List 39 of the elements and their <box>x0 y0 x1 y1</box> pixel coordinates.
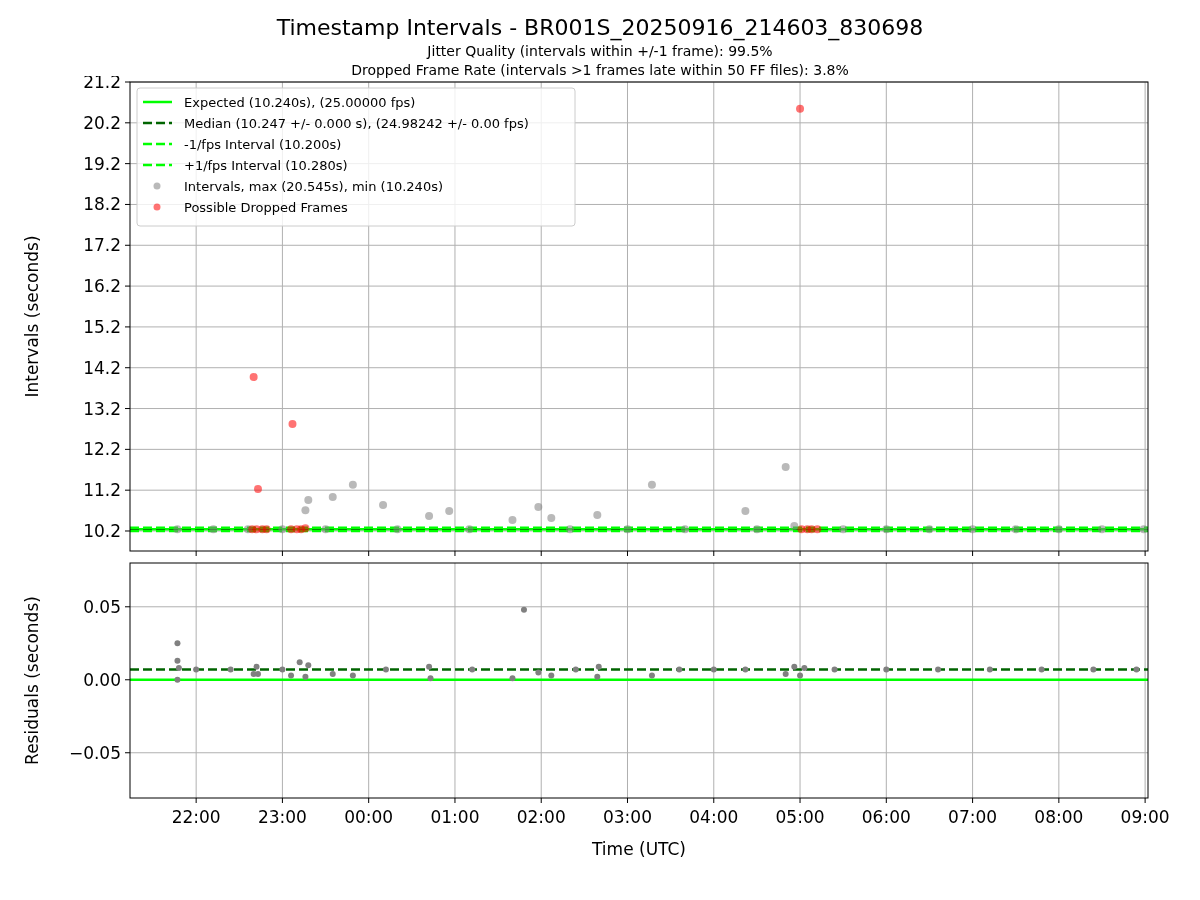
x-tick-label: 00:00 <box>344 807 394 827</box>
x-tick-label: 07:00 <box>948 807 998 827</box>
y-tick-label: 17.2 <box>83 235 121 256</box>
x-tick-label: 08:00 <box>1034 807 1084 827</box>
y-tick-label: 21.2 <box>83 76 121 92</box>
y-tick-label: 20.2 <box>83 112 121 133</box>
y-tick-label: 13.2 <box>83 398 121 419</box>
legend-label: +1/fps Interval (10.280s) <box>184 157 348 173</box>
x-tick-label: 23:00 <box>257 807 307 827</box>
legend-label: -1/fps Interval (10.200s) <box>184 136 342 152</box>
legend-label: Median (10.247 +/- 0.000 s), (24.98242 +/- 0.00 fps) <box>184 115 529 131</box>
x-axis-label: Time (UTC) <box>592 839 686 859</box>
y-tick-label: 18.2 <box>83 194 121 215</box>
y-tick-label: −0.05 <box>68 742 121 763</box>
x-tick-label: 02:00 <box>516 807 566 827</box>
y-tick-label: 16.2 <box>83 276 121 297</box>
y-tick-label: 14.2 <box>83 357 121 378</box>
chart-title: Timestamp Intervals - BR001S_20250916_214603_830698 <box>276 14 924 42</box>
y-axis-label: Residuals (seconds) <box>22 596 42 765</box>
y-tick-label: 0.00 <box>83 669 121 690</box>
y-tick-label: 0.05 <box>83 596 121 617</box>
y-tick-label: 12.2 <box>83 439 121 460</box>
x-tick-label: 05:00 <box>775 807 825 827</box>
x-tick-label: 09:00 <box>1120 807 1170 827</box>
legend-label: Possible Dropped Frames <box>184 199 348 215</box>
x-tick-label: 01:00 <box>430 807 480 827</box>
y-tick-label: 15.2 <box>83 316 121 337</box>
y-axis-label: Intervals (seconds) <box>22 235 42 398</box>
x-tick-label: 03:00 <box>603 807 652 827</box>
x-tick-label: 06:00 <box>861 807 911 827</box>
x-tick-label: 22:00 <box>171 807 221 827</box>
y-tick-label: 10.2 <box>83 521 121 541</box>
chart-subtitle: Jitter Quality (intervals within +/-1 frame): 99.5% <box>427 42 773 61</box>
legend-label: Intervals, max (20.545s), min (10.240s) <box>184 178 443 194</box>
chart-subtitle: Dropped Frame Rate (intervals >1 frames late within 50 FF files): 3.8% <box>351 61 849 80</box>
x-tick-label: 04:00 <box>689 807 739 827</box>
y-tick-label: 19.2 <box>83 153 121 174</box>
legend-label: Expected (10.240s), (25.00000 fps) <box>184 94 416 110</box>
y-tick-label: 11.2 <box>83 480 121 501</box>
